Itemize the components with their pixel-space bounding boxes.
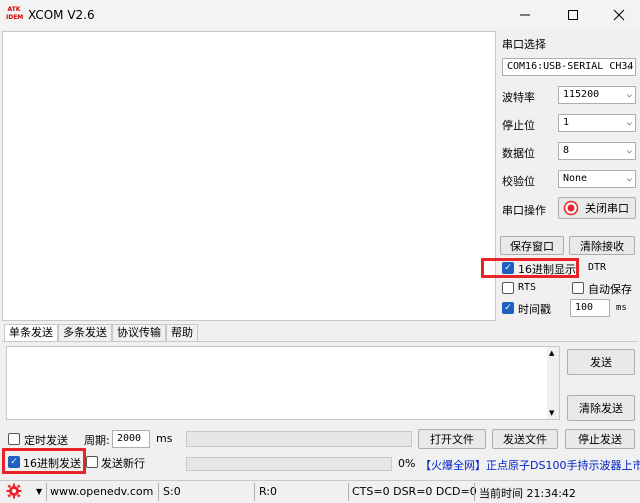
timestamp-label: 时间戳 xyxy=(518,303,551,316)
tab-protocol[interactable]: 协议传输 xyxy=(112,324,166,342)
parity-select[interactable]: None ⌵ xyxy=(558,170,636,188)
caret-down-icon[interactable]: ▼ xyxy=(36,487,42,496)
baud-label: 波特率 xyxy=(502,91,535,104)
data-bits-value: 8 xyxy=(563,145,570,156)
scroll-up-icon: ▲ xyxy=(549,349,555,357)
send-count: S:0 xyxy=(163,485,181,498)
parity-label: 校验位 xyxy=(502,175,535,188)
parity-value: None xyxy=(563,173,588,184)
send-newline-label: 发送新行 xyxy=(101,457,145,470)
close-port-label: 关闭串口 xyxy=(585,202,629,215)
stop-bits-select[interactable]: 1 ⌵ xyxy=(558,114,636,132)
chevron-down-icon: ⌵ xyxy=(626,62,632,72)
data-bits-label: 数据位 xyxy=(502,147,535,160)
receive-count: R:0 xyxy=(259,485,278,498)
stop-send-button[interactable]: 停止发送 xyxy=(565,429,635,449)
send-newline-checkbox[interactable] xyxy=(86,456,98,468)
send-button[interactable]: 发送 xyxy=(567,349,635,375)
timestamp-unit: ms xyxy=(616,303,627,313)
send-input-area[interactable] xyxy=(6,346,560,420)
receive-area[interactable] xyxy=(2,31,496,321)
send-scrollbar[interactable]: ▲ ▼ xyxy=(547,347,559,419)
port-select[interactable]: COM16:USB-SERIAL CH34 ⌵ xyxy=(502,58,636,76)
dtr-label: DTR xyxy=(588,262,607,273)
tab-multi-send[interactable]: 多条发送 xyxy=(58,324,112,342)
ad-link[interactable]: 【火爆全网】正点原子DS100手持示波器上市 xyxy=(420,457,640,473)
stop-bits-value: 1 xyxy=(563,117,570,128)
maximize-button[interactable] xyxy=(550,0,596,30)
baud-select[interactable]: 115200 ⌵ xyxy=(558,86,636,104)
open-file-button[interactable]: 打开文件 xyxy=(418,429,486,449)
close-port-button[interactable]: 关闭串口 xyxy=(558,197,636,219)
file-path-field xyxy=(186,431,412,447)
tab-divider xyxy=(2,341,638,342)
minimize-icon xyxy=(520,14,530,16)
hex-display-label: 16进制显示 xyxy=(518,263,576,276)
tab-single-send[interactable]: 单条发送 xyxy=(4,324,58,342)
gear-icon[interactable] xyxy=(6,483,22,502)
rts-label: RTS xyxy=(518,282,537,293)
port-value: COM16:USB-SERIAL CH34 xyxy=(507,61,634,72)
hex-send-checkbox[interactable]: ✓ xyxy=(8,456,20,468)
chevron-down-icon: ⌵ xyxy=(626,90,632,100)
period-unit: ms xyxy=(156,432,173,445)
chevron-down-icon: ⌵ xyxy=(626,118,632,128)
clear-send-button[interactable]: 清除发送 xyxy=(567,395,635,421)
clear-receive-button[interactable]: 清除接收 xyxy=(569,236,635,255)
maximize-icon xyxy=(568,10,578,20)
close-window-button[interactable] xyxy=(596,0,640,30)
send-progress-bar xyxy=(186,457,392,471)
tab-help[interactable]: 帮助 xyxy=(166,324,198,342)
baud-value: 115200 xyxy=(563,89,600,100)
modem-lines: CTS=0 DSR=0 DCD=0 xyxy=(352,485,477,498)
status-bar: ▼ www.openedv.com S:0 R:0 CTS=0 DSR=0 DC… xyxy=(0,480,640,503)
scroll-down-icon: ▼ xyxy=(549,409,555,417)
hex-send-label: 16进制发送 xyxy=(23,457,81,470)
timed-send-label: 定时发送 xyxy=(24,434,68,447)
close-icon xyxy=(613,9,625,21)
period-input[interactable]: 2000 xyxy=(112,430,150,448)
chevron-down-icon: ⌵ xyxy=(626,174,632,184)
stop-bits-label: 停止位 xyxy=(502,119,535,132)
send-progress-text: 0% xyxy=(398,457,416,470)
app-logo: ATK IDEM xyxy=(6,6,24,21)
data-bits-select[interactable]: 8 ⌵ xyxy=(558,142,636,160)
port-op-label: 串口操作 xyxy=(502,204,546,217)
timestamp-checkbox[interactable]: ✓ xyxy=(502,302,514,314)
title-bar: ATK IDEM XCOM V2.6 xyxy=(0,0,640,30)
minimize-button[interactable] xyxy=(502,0,548,30)
auto-save-checkbox[interactable] xyxy=(572,282,584,294)
port-status-icon xyxy=(563,200,579,216)
period-label: 周期: xyxy=(84,434,110,447)
hex-display-checkbox[interactable]: ✓ xyxy=(502,262,514,274)
chevron-down-icon: ⌵ xyxy=(626,146,632,156)
auto-save-label: 自动保存 xyxy=(588,283,632,296)
website-link[interactable]: www.openedv.com xyxy=(50,485,153,498)
timed-send-checkbox[interactable] xyxy=(8,433,20,445)
save-window-button[interactable]: 保存窗口 xyxy=(500,236,564,255)
timestamp-input[interactable]: 100 xyxy=(570,299,610,317)
port-select-label: 串口选择 xyxy=(502,38,546,51)
send-file-button[interactable]: 发送文件 xyxy=(492,429,558,449)
window-title: XCOM V2.6 xyxy=(28,8,95,22)
current-time: 当前时间 21:34:42 xyxy=(479,487,576,500)
rts-checkbox[interactable] xyxy=(502,282,514,294)
